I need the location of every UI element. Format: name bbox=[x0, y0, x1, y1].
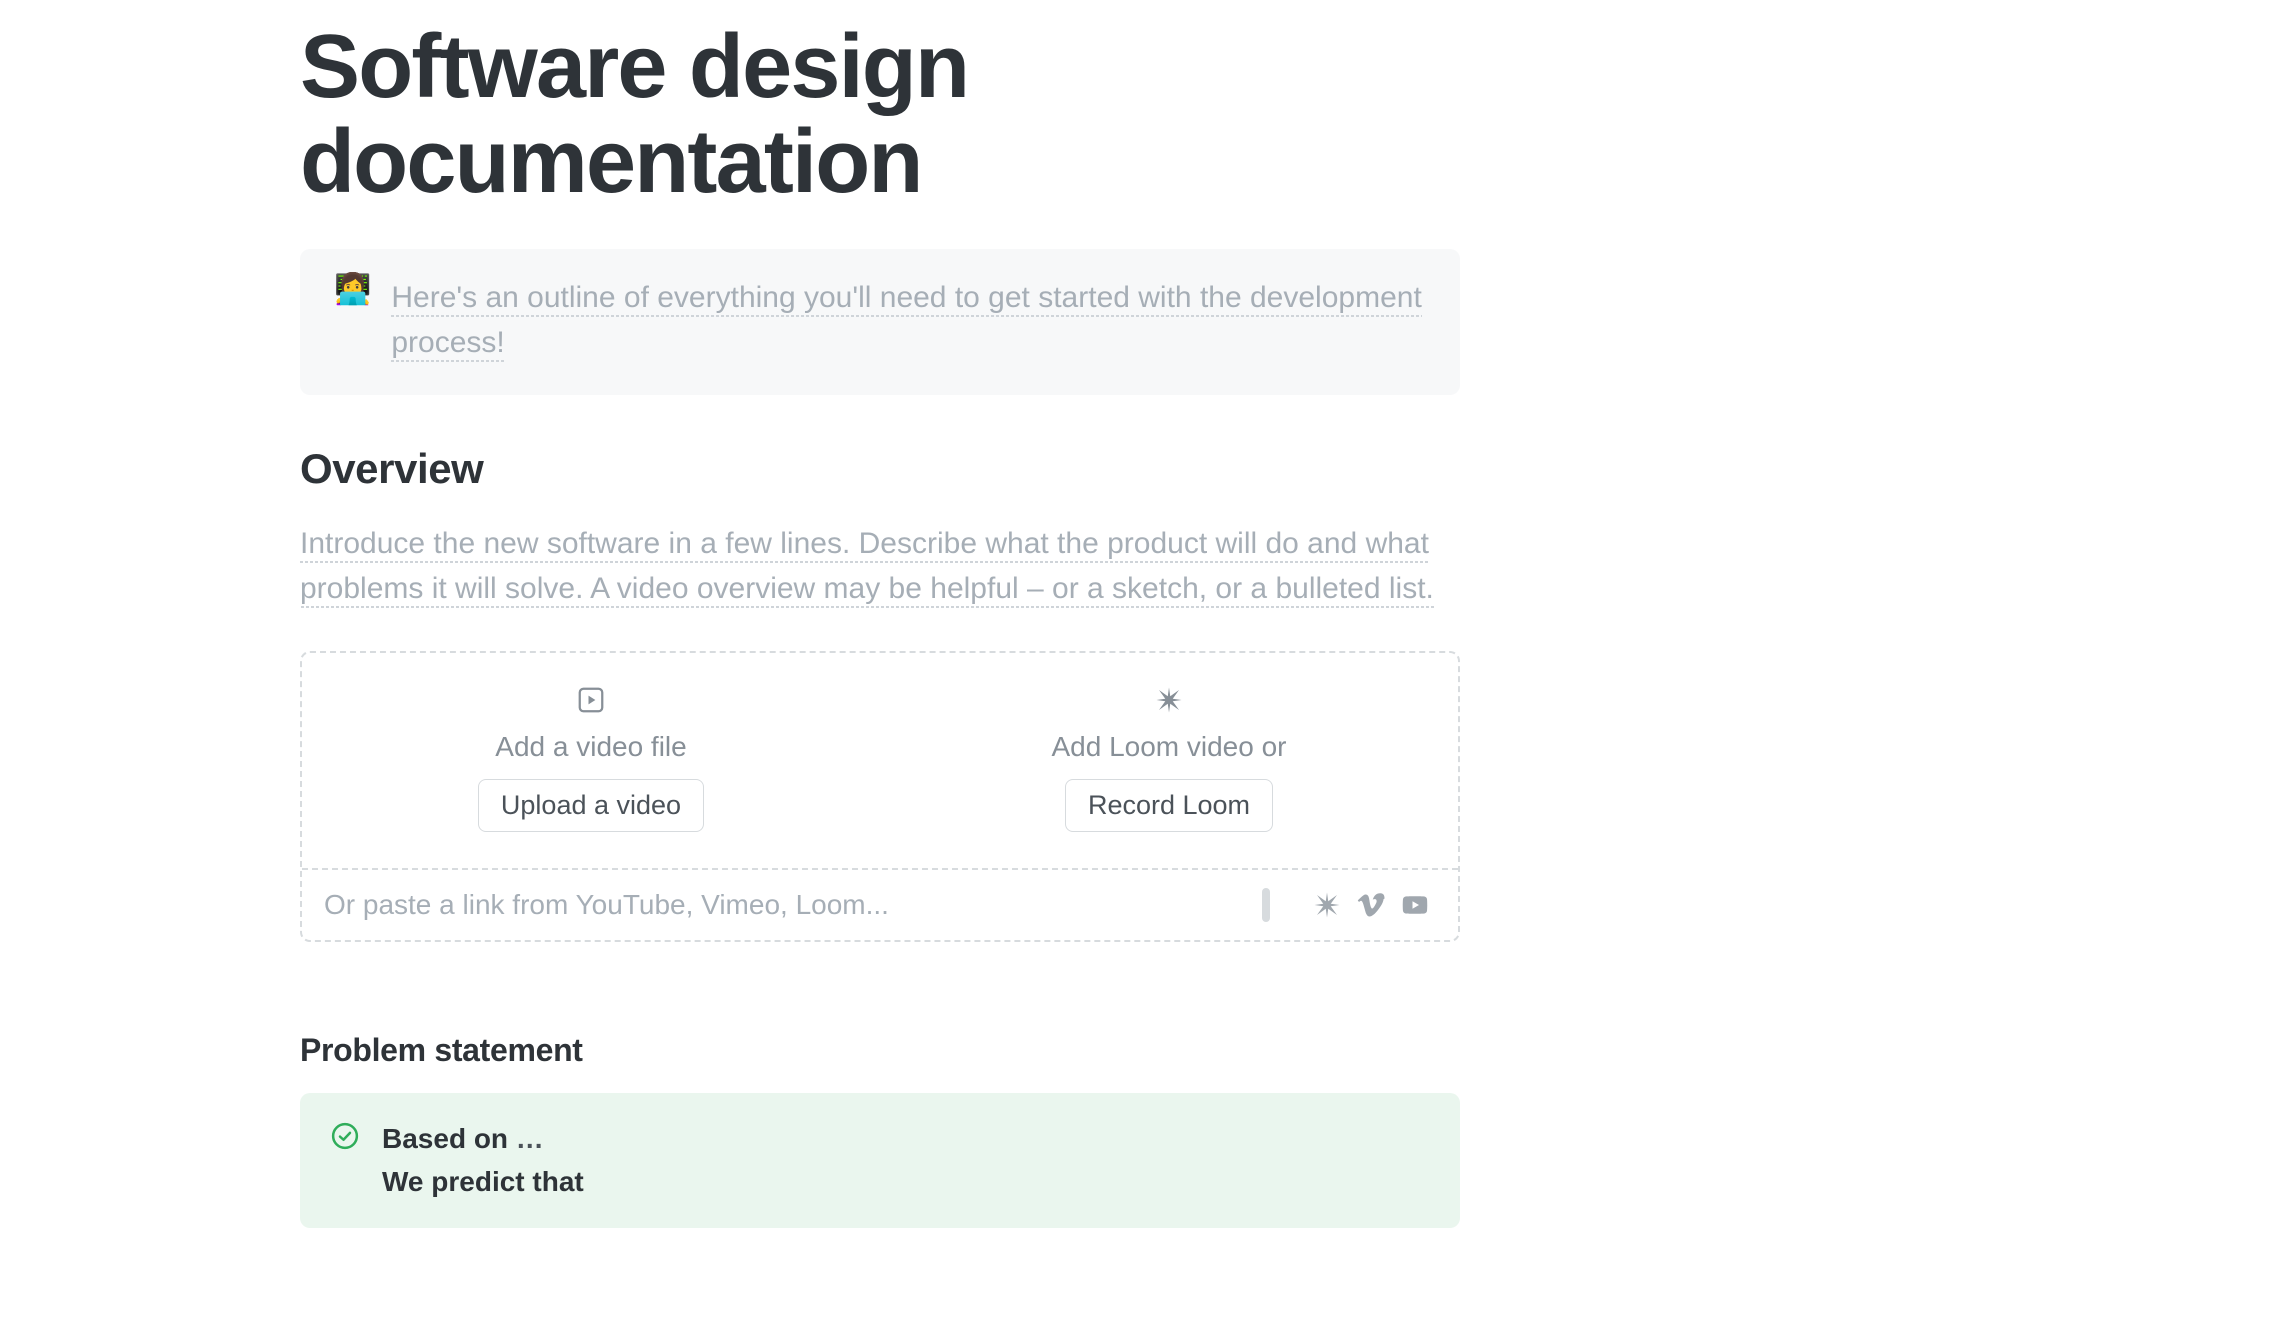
video-embed-block: Add a video file Upload a video Add Loom… bbox=[300, 651, 1460, 942]
problem-line2: We predict that bbox=[382, 1160, 584, 1203]
callout-text: Here's an outline of everything you'll n… bbox=[391, 281, 1421, 362]
problem-line1-prefix: Based on bbox=[382, 1123, 508, 1154]
problem-statement-block[interactable]: Based on … We predict that bbox=[300, 1093, 1460, 1228]
technologist-icon: 👩‍💻 bbox=[334, 275, 371, 365]
overview-placeholder[interactable]: Introduce the new software in a few line… bbox=[300, 521, 1460, 611]
upload-video-button[interactable]: Upload a video bbox=[478, 779, 704, 832]
document-page: Software design documentation 👩‍💻 Here's… bbox=[300, 0, 1460, 1228]
video-link-row bbox=[302, 868, 1458, 940]
check-circle-icon bbox=[330, 1121, 360, 1151]
loom-provider-icon bbox=[1312, 890, 1342, 920]
video-loom-label: Add Loom video or bbox=[1051, 731, 1286, 763]
page-title[interactable]: Software design documentation bbox=[300, 20, 1460, 209]
problem-text: Based on … We predict that bbox=[382, 1117, 584, 1204]
vimeo-provider-icon bbox=[1356, 890, 1386, 920]
record-loom-button[interactable]: Record Loom bbox=[1065, 779, 1273, 832]
intro-callout[interactable]: 👩‍💻 Here's an outline of everything you'… bbox=[300, 249, 1460, 395]
video-link-input[interactable] bbox=[324, 889, 1240, 921]
video-upload-row: Add a video file Upload a video Add Loom… bbox=[302, 653, 1458, 868]
youtube-provider-icon bbox=[1400, 890, 1430, 920]
video-play-icon bbox=[576, 685, 606, 715]
provider-icons bbox=[1312, 890, 1430, 920]
loom-icon bbox=[1154, 685, 1184, 715]
video-file-column: Add a video file Upload a video bbox=[302, 685, 880, 832]
divider bbox=[1262, 888, 1270, 922]
video-file-label: Add a video file bbox=[495, 731, 686, 763]
problem-heading[interactable]: Problem statement bbox=[300, 1032, 1460, 1069]
problem-line1-suffix: … bbox=[508, 1123, 544, 1154]
video-loom-column: Add Loom video or Record Loom bbox=[880, 685, 1458, 832]
overview-heading[interactable]: Overview bbox=[300, 445, 1460, 493]
